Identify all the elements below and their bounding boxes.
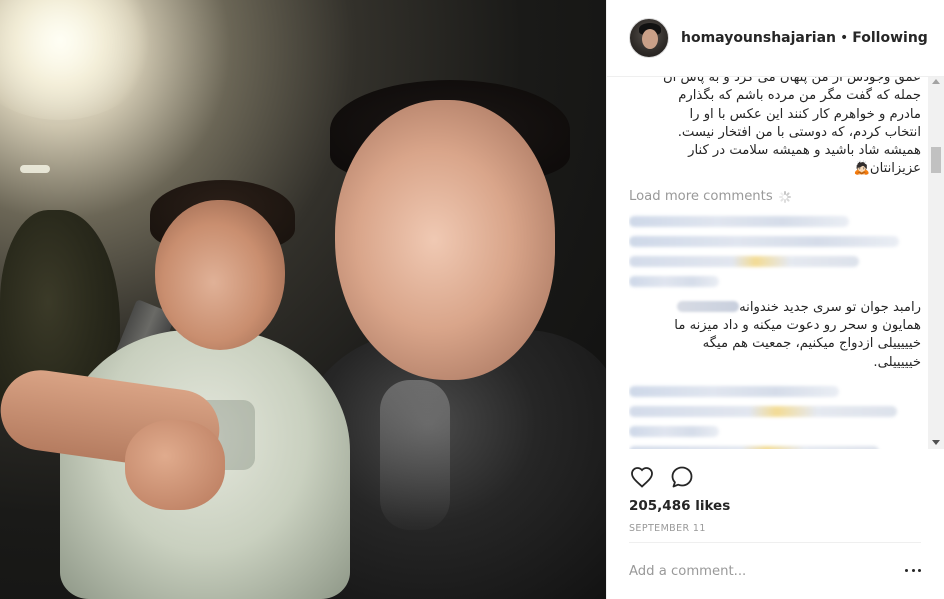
blurred-comment (629, 235, 899, 247)
comment-line: خیییییلی. (873, 354, 921, 370)
comment-line: همایون و سحر رو دعوت میکنه و داد میزنه م… (674, 318, 921, 334)
street-lamp (20, 165, 50, 173)
scroll-down-arrow-icon[interactable] (932, 440, 940, 445)
add-comment-bar (629, 542, 921, 599)
post-date: SEPTEMBER 11 (629, 523, 706, 534)
comments-scrollbar[interactable] (928, 77, 944, 449)
caption-line: جمله که گفت مگر من مرده باشم که بگذارم (678, 88, 921, 104)
blurred-comment (629, 385, 839, 397)
boy-hand (125, 420, 225, 510)
scroll-up-arrow-icon[interactable] (932, 79, 940, 84)
avatar[interactable] (629, 18, 669, 58)
post-photo (0, 0, 606, 599)
jacket-highlight (380, 380, 450, 530)
street-light-glow (0, 0, 160, 120)
load-more-label[interactable]: Load more comments (629, 189, 773, 204)
loading-spinner-icon (778, 190, 791, 203)
comment-line: خیییییلی ازدواج میکنیم، جمعیت هم میگه (702, 336, 921, 352)
comment-line: رامبد جوان تو سری جدید خندوانه (629, 299, 921, 317)
blurred-comment (629, 215, 849, 227)
caption-line: عمق وجودش از من پنهان می کرد و به پاس آن (662, 77, 921, 85)
heart-outline-icon (631, 467, 653, 488)
blurred-comment (629, 425, 719, 437)
blurred-comment (629, 445, 879, 449)
boy-face (155, 200, 285, 350)
blurred-comment (629, 405, 897, 417)
ellipsis-icon-dot (905, 568, 908, 572)
post-side-panel: homayounshajarian • Following عمق وجودش … (606, 0, 944, 599)
post-header: homayounshajarian • Following (607, 0, 944, 77)
comment-text: رامبد جوان تو سری جدید خندوانه (739, 299, 921, 315)
speech-bubble-icon (671, 466, 693, 488)
add-comment-input[interactable] (629, 563, 869, 579)
header-text: homayounshajarian • Following (681, 30, 928, 46)
blurred-username (677, 301, 740, 313)
caption-line: انتخاب کردم، که دوستی با من افتخار نیست. (677, 124, 921, 140)
likes-count[interactable]: 205,486 likes (629, 498, 730, 514)
following-button[interactable]: Following (852, 30, 928, 46)
caption-line: عزیزانتان🙇🏻 (853, 161, 921, 177)
caption-line: همیشه شاد باشید و همیشه سلامت در کنار (688, 143, 921, 159)
blurred-comment (629, 255, 859, 267)
separator-dot: • (839, 30, 849, 46)
more-options-button[interactable] (905, 565, 921, 575)
blurred-comment (629, 275, 719, 287)
load-more-comments[interactable]: Load more comments (629, 187, 921, 207)
scroll-thumb[interactable] (931, 147, 941, 173)
comments-list[interactable]: عمق وجودش از من پنهان می کرد و به پاس آن… (629, 77, 921, 449)
comment-button[interactable] (669, 464, 695, 490)
ellipsis-icon-dot (918, 568, 921, 572)
post-actions (629, 462, 921, 492)
man-face (335, 100, 555, 380)
avatar-face (642, 29, 658, 49)
post-caption: عمق وجودش از من پنهان می کرد و به پاس آن… (629, 77, 921, 179)
username-link[interactable]: homayounshajarian (681, 30, 836, 46)
like-button[interactable] (629, 464, 655, 490)
caption-line: مادرم و خواهرم کار کنند این عکس با او را (689, 106, 921, 122)
ellipsis-icon-dot (911, 568, 915, 572)
comment-item: رامبد جوان تو سری جدید خندوانه همایون و … (629, 299, 921, 372)
